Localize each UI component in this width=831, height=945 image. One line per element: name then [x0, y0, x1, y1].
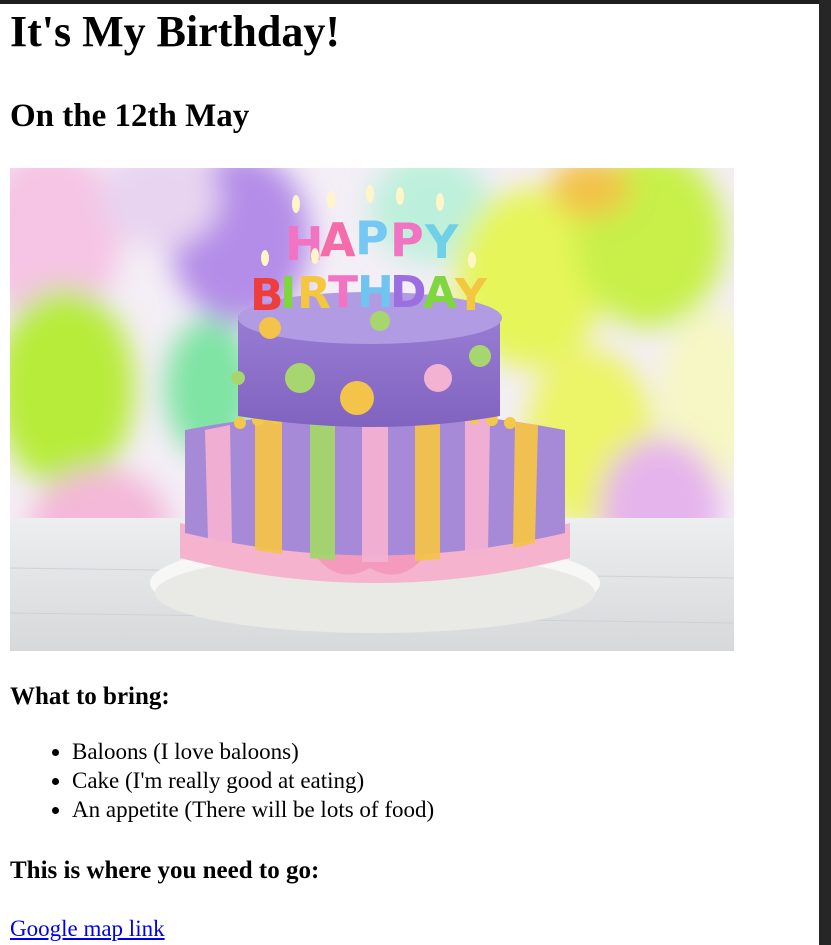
page-title: It's My Birthday! [10, 7, 340, 56]
svg-text:D: D [390, 267, 427, 318]
svg-text:T: T [328, 267, 358, 318]
bring-heading: What to bring: [10, 683, 170, 710]
list-item: An appetite (There will be lots of food) [72, 795, 810, 824]
birthday-cake-image: H A P P Y B I R T H D A Y [10, 168, 734, 651]
svg-text:Y: Y [454, 270, 488, 321]
svg-text:P: P [355, 211, 389, 265]
google-map-link[interactable]: Google map link [10, 915, 165, 943]
svg-text:B: B [250, 270, 284, 321]
svg-text:A: A [423, 268, 457, 319]
svg-text:A: A [320, 213, 356, 267]
svg-text:H: H [357, 267, 394, 318]
list-item: Cake (I'm really good at eating) [72, 766, 810, 795]
window-scrollbar-edge[interactable] [819, 0, 831, 945]
page-content: It's My Birthday! On the 12th May H A P … [10, 4, 810, 943]
svg-text:Y: Y [424, 215, 459, 269]
list-item: Baloons (I love baloons) [72, 737, 810, 766]
where-heading: This is where you need to go: [10, 857, 320, 884]
candle-letter-h: H [285, 217, 324, 271]
page-subtitle: On the 12th May [10, 98, 250, 134]
bring-list: Baloons (I love baloons) Cake (I'm reall… [10, 737, 810, 824]
svg-text:P: P [390, 213, 424, 267]
svg-text:R: R [297, 268, 331, 319]
svg-text:I: I [280, 268, 296, 319]
